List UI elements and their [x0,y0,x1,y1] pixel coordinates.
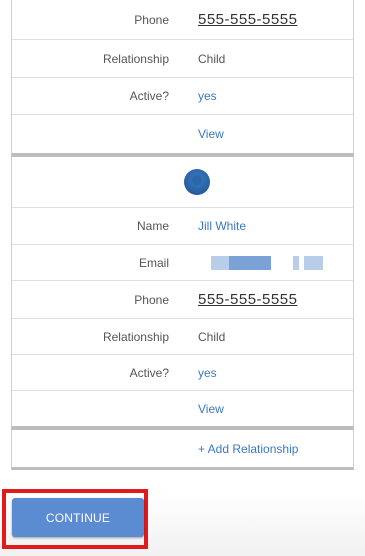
phone-label: Phone [134,12,169,27]
active-label: Active? [129,89,169,103]
phone-value[interactable]: 555-555-5555 [198,281,297,318]
name-label: Name [136,219,169,233]
avatar-row [12,157,353,208]
active-value: yes [198,89,217,103]
view-link[interactable]: View [198,391,224,426]
phone-label: Phone [134,292,169,307]
relationship-label: Relationship [102,329,169,344]
relationship-row: Relationship Child [12,40,353,78]
relationship-card-1: Phone 555-555-5555 Relationship Child Ac… [11,0,354,157]
relationship-value: Child [198,329,226,344]
active-row: Active? yes [12,355,353,391]
add-relationship-row: + Add Relationship [12,430,353,467]
relationship-label: Relationship [102,51,169,66]
add-relationship-card: + Add Relationship [11,430,354,470]
phone-row: Phone 555-555-5555 [12,281,353,319]
continue-button[interactable]: CONTINUE [12,498,144,537]
relationship-value: Child [198,51,226,66]
email-label: Email [138,255,169,270]
user-avatar-icon [183,169,210,195]
name-value[interactable]: Jill White [198,208,246,244]
email-row: Email [12,245,353,281]
view-row: View [12,115,353,153]
add-relationship-link[interactable]: + Add Relationship [198,430,298,467]
name-row: Name Jill White [12,208,353,245]
active-row: Active? yes [12,78,353,115]
phone-row: Phone 555-555-5555 [12,0,353,40]
email-redacted [211,245,323,280]
relationship-row: Relationship Child [12,319,353,355]
relationship-card-2: Name Jill White Email Phone 555-555-5555… [11,157,354,430]
active-label: Active? [129,365,169,380]
active-value: yes [198,365,217,380]
phone-value[interactable]: 555-555-5555 [198,0,297,39]
view-row: View [12,391,353,426]
view-link[interactable]: View [198,115,224,153]
